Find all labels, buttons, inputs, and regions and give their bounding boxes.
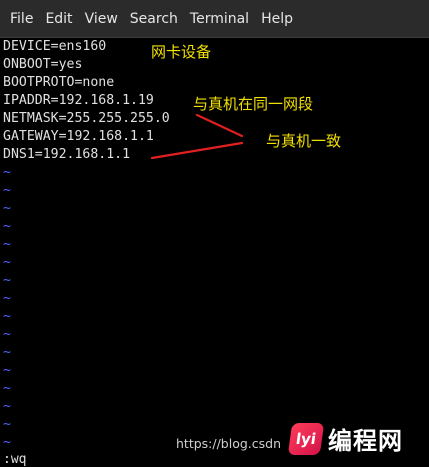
config-line-bootproto: BOOTPROTO=none	[3, 75, 115, 90]
site-logo: lyi 编程网	[287, 421, 403, 456]
empty-line-tilde: ~	[3, 309, 11, 324]
empty-line-tilde: ~	[3, 237, 11, 252]
menu-view[interactable]: View	[79, 11, 124, 27]
vim-command-line[interactable]: :wq	[3, 452, 26, 467]
empty-line-tilde: ~	[3, 255, 11, 270]
empty-line-tilde: ~	[3, 399, 11, 414]
annotation-device: 网卡设备	[151, 43, 212, 61]
empty-line-tilde: ~	[3, 291, 11, 306]
config-line-onboot: ONBOOT=yes	[3, 57, 83, 72]
logo-mark-icon: lyi	[287, 422, 325, 455]
empty-line-tilde: ~	[3, 417, 11, 432]
empty-line-tilde: ~	[3, 363, 11, 378]
config-line-gateway: GATEWAY=192.168.1.1	[3, 129, 154, 144]
empty-line-tilde: ~	[3, 435, 11, 450]
menu-file[interactable]: File	[4, 11, 39, 27]
config-line-netmask: NETMASK=255.255.255.0	[3, 111, 170, 126]
empty-line-tilde: ~	[3, 381, 11, 396]
empty-line-tilde: ~	[3, 165, 11, 180]
empty-line-tilde: ~	[3, 327, 11, 342]
menu-edit[interactable]: Edit	[39, 11, 78, 27]
annotation-consistent: 与真机一致	[266, 132, 342, 150]
config-line-device: DEVICE=ens160	[3, 39, 107, 54]
menu-help[interactable]: Help	[255, 11, 299, 27]
menu-bar: File Edit View Search Terminal Help	[0, 0, 429, 38]
menu-terminal[interactable]: Terminal	[184, 11, 255, 27]
watermark-url: https://blog.csdn	[176, 436, 282, 451]
empty-line-tilde: ~	[3, 345, 11, 360]
config-line-ipaddr: IPADDR=192.168.1.19	[3, 93, 154, 108]
logo-text: 编程网	[328, 427, 403, 455]
empty-line-tilde: ~	[3, 201, 11, 216]
config-line-dns1: DNS1=192.168.1.1	[3, 147, 131, 162]
menu-search[interactable]: Search	[124, 11, 184, 27]
empty-line-tilde: ~	[3, 273, 11, 288]
empty-line-tilde: ~	[3, 183, 11, 198]
empty-line-tilde: ~	[3, 219, 11, 234]
annotation-same-subnet: 与真机在同一网段	[193, 95, 314, 113]
